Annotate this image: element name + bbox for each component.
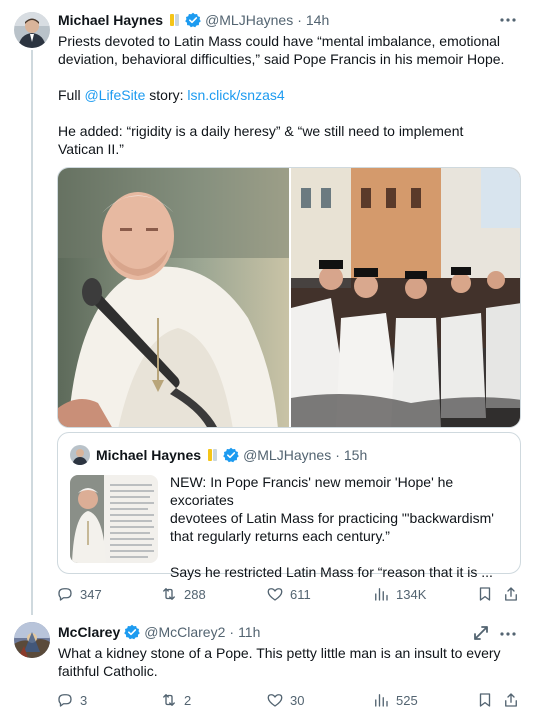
story-label: story: — [145, 87, 188, 103]
like-icon — [267, 694, 283, 707]
avatar-michael-haynes[interactable] — [14, 12, 50, 48]
quote-timestamp[interactable]: 15h — [344, 447, 367, 463]
tweet-michael-haynes[interactable]: Michael Haynes @MLJHaynes · 14h Priests … — [0, 0, 534, 615]
like-button[interactable]: 611 — [266, 585, 311, 603]
reply-button[interactable]: 3 — [56, 691, 87, 709]
quote-text: NEW: In Pope Francis' new memoir 'Hope' … — [170, 473, 510, 581]
repost-button[interactable]: 288 — [160, 585, 206, 603]
tweet-text-line: Full @LifeSite story: lsn.click/snzas4 — [58, 86, 520, 104]
grok-icon[interactable] — [472, 624, 490, 642]
repost-count: 2 — [184, 692, 192, 708]
reply-count: 347 — [80, 586, 102, 602]
verified-icon — [185, 12, 201, 28]
tweet-media[interactable] — [57, 167, 521, 428]
views-count: 134K — [396, 586, 427, 602]
views-icon — [375, 694, 388, 707]
mention-link[interactable]: @LifeSite — [84, 87, 145, 103]
more-icon[interactable] — [498, 12, 518, 28]
bookmark-icon[interactable] — [476, 585, 494, 603]
thread-line — [31, 50, 33, 615]
timestamp[interactable]: 14h — [306, 12, 329, 28]
tweet-text-line: Priests devoted to Latin Mass could have… — [58, 33, 501, 49]
repost-count: 288 — [184, 586, 206, 602]
gold-badge-icon — [169, 13, 181, 27]
author-handle[interactable]: @McClarey2 — [144, 624, 225, 640]
quote-author-name[interactable]: Michael Haynes — [96, 447, 201, 463]
timestamp[interactable]: 11h — [238, 624, 260, 640]
quote-handle[interactable]: @MLJHaynes — [243, 447, 331, 463]
repost-button[interactable]: 2 — [160, 691, 191, 709]
share-icon[interactable] — [502, 585, 520, 603]
tweet-text-line: deviation, behavioral difficulties,” sai… — [58, 51, 505, 67]
tweet-text-line: faithful Catholic. — [58, 663, 158, 679]
tweet-header: Michael Haynes @MLJHaynes · 14h — [58, 10, 329, 30]
author-name[interactable]: McClarey — [58, 624, 120, 640]
separator-dot: · — [229, 624, 235, 640]
repost-icon — [163, 694, 175, 706]
avatar-mcclarey[interactable] — [14, 622, 50, 658]
reply-icon — [58, 694, 72, 707]
quote-header: Michael Haynes @MLJHaynes · 15h — [96, 445, 367, 465]
tweet-text-line: What a kidney stone of a Pope. This pett… — [58, 645, 501, 661]
quote-text-line: that regularly returns each century.” — [170, 528, 390, 544]
photo-pope-microphone[interactable] — [58, 168, 289, 427]
views-count: 525 — [396, 692, 418, 708]
views-icon — [375, 588, 388, 601]
like-button[interactable]: 30 — [266, 691, 304, 709]
reply-count: 3 — [80, 692, 88, 708]
tweet-mcclarey[interactable]: McClarey @McClarey2 · 11h What a kidney … — [0, 612, 534, 725]
story-link[interactable]: lsn.click/snzas4 — [187, 87, 284, 103]
full-prefix: Full — [58, 87, 85, 103]
share-icon[interactable] — [502, 691, 520, 709]
repost-icon — [163, 588, 175, 600]
more-icon[interactable] — [498, 626, 518, 642]
tweet-actions: 347 288 611 134K — [56, 584, 522, 604]
bookmark-icon[interactable] — [476, 691, 494, 709]
separator-dot: · — [335, 447, 340, 463]
reply-button[interactable]: 347 — [56, 585, 102, 603]
like-count: 611 — [290, 586, 311, 602]
quote-text-line: devotees of Latin Mass for practicing "'… — [170, 510, 494, 526]
tweet-text-line: Vatican II.” — [58, 141, 124, 157]
separator-dot: · — [297, 12, 302, 28]
gold-badge-icon — [207, 448, 219, 462]
author-name[interactable]: Michael Haynes — [58, 12, 163, 28]
tweet-text: What a kidney stone of a Pope. This pett… — [58, 644, 520, 680]
views-button[interactable]: 525 — [372, 691, 418, 709]
like-count: 30 — [290, 692, 305, 708]
verified-icon — [223, 447, 239, 463]
quoted-tweet[interactable]: Michael Haynes @MLJHaynes · 15h NEW: In … — [57, 432, 521, 580]
tweet-header: McClarey @McClarey2 · 11h — [58, 622, 260, 642]
like-icon — [267, 588, 283, 601]
quote-text-line: NEW: In Pope Francis' new memoir 'Hope' … — [170, 474, 454, 508]
quote-avatar[interactable] — [70, 445, 90, 465]
verified-icon — [124, 624, 141, 640]
tweet-text-line: He added: “rigidity is a daily heresy” &… — [58, 123, 464, 139]
tweet-actions: 3 2 30 525 — [56, 690, 522, 710]
quote-thumbnail[interactable] — [70, 475, 158, 563]
photo-procession[interactable] — [291, 168, 520, 427]
author-handle[interactable]: @MLJHaynes — [205, 12, 293, 28]
quote-text-line: Says he restricted Latin Mass for “reaso… — [170, 564, 493, 580]
views-button[interactable]: 134K — [372, 585, 426, 603]
reply-icon — [58, 588, 72, 601]
tweet-text: Priests devoted to Latin Mass could have… — [58, 32, 520, 158]
